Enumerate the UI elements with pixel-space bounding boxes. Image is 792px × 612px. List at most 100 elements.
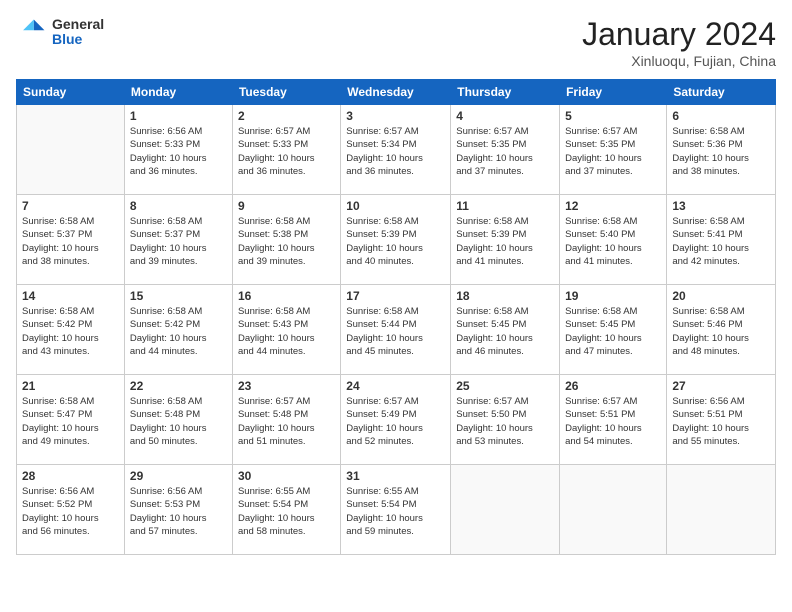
logo-blue: Blue — [52, 32, 104, 47]
logo: General Blue — [16, 16, 104, 48]
logo-text: General Blue — [52, 17, 104, 48]
day-number: 9 — [238, 199, 335, 213]
day-info: Sunrise: 6:57 AM Sunset: 5:50 PM Dayligh… — [456, 395, 554, 448]
week-row-3: 21Sunrise: 6:58 AM Sunset: 5:47 PM Dayli… — [17, 375, 776, 465]
day-info: Sunrise: 6:57 AM Sunset: 5:49 PM Dayligh… — [346, 395, 445, 448]
day-info: Sunrise: 6:58 AM Sunset: 5:39 PM Dayligh… — [456, 215, 554, 268]
day-number: 7 — [22, 199, 119, 213]
day-number: 15 — [130, 289, 227, 303]
day-info: Sunrise: 6:57 AM Sunset: 5:48 PM Dayligh… — [238, 395, 335, 448]
day-info: Sunrise: 6:58 AM Sunset: 5:37 PM Dayligh… — [22, 215, 119, 268]
day-number: 24 — [346, 379, 445, 393]
calendar-cell: 26 Sunrise: 6:57 AM Sunset: 5:51 PM Dayli… — [560, 375, 667, 465]
header-day-monday: Monday — [124, 80, 232, 105]
calendar-cell: 31 Sunrise: 6:55 AM Sunset: 5:54 PM Dayli… — [341, 465, 451, 555]
header: General Blue January 2024 Xinluoqu, Fuji… — [16, 16, 776, 69]
week-row-2: 14Sunrise: 6:58 AM Sunset: 5:42 PM Dayli… — [17, 285, 776, 375]
day-info: Sunrise: 6:55 AM Sunset: 5:54 PM Dayligh… — [238, 485, 335, 538]
day-info: Sunrise: 6:57 AM Sunset: 5:33 PM Dayligh… — [238, 125, 335, 178]
day-number: 16 — [238, 289, 335, 303]
day-info: Sunrise: 6:57 AM Sunset: 5:35 PM Dayligh… — [456, 125, 554, 178]
day-info: Sunrise: 6:56 AM Sunset: 5:33 PM Dayligh… — [130, 125, 227, 178]
day-info: Sunrise: 6:58 AM Sunset: 5:36 PM Dayligh… — [672, 125, 770, 178]
header-day-wednesday: Wednesday — [341, 80, 451, 105]
calendar-cell: 23Sunrise: 6:57 AM Sunset: 5:48 PM Dayli… — [232, 375, 340, 465]
day-number: 20 — [672, 289, 770, 303]
calendar-cell: 24 Sunrise: 6:57 AM Sunset: 5:49 PM Dayli… — [341, 375, 451, 465]
day-number: 11 — [456, 199, 554, 213]
week-row-4: 28 Sunrise: 6:56 AM Sunset: 5:52 PM Dayli… — [17, 465, 776, 555]
header-day-thursday: Thursday — [451, 80, 560, 105]
day-number: 10 — [346, 199, 445, 213]
day-info: Sunrise: 6:58 AM Sunset: 5:43 PM Dayligh… — [238, 305, 335, 358]
day-number: 2 — [238, 109, 335, 123]
calendar-cell — [451, 465, 560, 555]
calendar-cell — [17, 105, 125, 195]
day-info: Sunrise: 6:58 AM Sunset: 5:45 PM Dayligh… — [565, 305, 661, 358]
day-number: 12 — [565, 199, 661, 213]
header-day-tuesday: Tuesday — [232, 80, 340, 105]
day-info: Sunrise: 6:56 AM Sunset: 5:53 PM Dayligh… — [130, 485, 227, 538]
location: Xinluoqu, Fujian, China — [582, 53, 776, 69]
day-info: Sunrise: 6:57 AM Sunset: 5:51 PM Dayligh… — [565, 395, 661, 448]
calendar-cell: 19 Sunrise: 6:58 AM Sunset: 5:45 PM Dayli… — [560, 285, 667, 375]
day-number: 6 — [672, 109, 770, 123]
week-row-0: 1Sunrise: 6:56 AM Sunset: 5:33 PM Daylig… — [17, 105, 776, 195]
calendar-cell: 4 Sunrise: 6:57 AM Sunset: 5:35 PM Daylig… — [451, 105, 560, 195]
day-number: 5 — [565, 109, 661, 123]
day-info: Sunrise: 6:58 AM Sunset: 5:37 PM Dayligh… — [130, 215, 227, 268]
calendar-cell: 5 Sunrise: 6:57 AM Sunset: 5:35 PM Daylig… — [560, 105, 667, 195]
calendar-cell: 16 Sunrise: 6:58 AM Sunset: 5:43 PM Dayli… — [232, 285, 340, 375]
calendar-cell: 13Sunrise: 6:58 AM Sunset: 5:41 PM Dayli… — [667, 195, 776, 285]
day-number: 4 — [456, 109, 554, 123]
calendar-cell: 10Sunrise: 6:58 AM Sunset: 5:39 PM Dayli… — [341, 195, 451, 285]
header-day-friday: Friday — [560, 80, 667, 105]
day-info: Sunrise: 6:56 AM Sunset: 5:52 PM Dayligh… — [22, 485, 119, 538]
calendar-cell: 1Sunrise: 6:56 AM Sunset: 5:33 PM Daylig… — [124, 105, 232, 195]
day-info: Sunrise: 6:57 AM Sunset: 5:35 PM Dayligh… — [565, 125, 661, 178]
calendar-cell: 8Sunrise: 6:58 AM Sunset: 5:37 PM Daylig… — [124, 195, 232, 285]
day-number: 19 — [565, 289, 661, 303]
day-number: 21 — [22, 379, 119, 393]
day-number: 26 — [565, 379, 661, 393]
calendar-cell: 15Sunrise: 6:58 AM Sunset: 5:42 PM Dayli… — [124, 285, 232, 375]
calendar-cell: 27 Sunrise: 6:56 AM Sunset: 5:51 PM Dayli… — [667, 375, 776, 465]
calendar-cell: 25 Sunrise: 6:57 AM Sunset: 5:50 PM Dayli… — [451, 375, 560, 465]
calendar-cell: 9 Sunrise: 6:58 AM Sunset: 5:38 PM Daylig… — [232, 195, 340, 285]
day-info: Sunrise: 6:58 AM Sunset: 5:40 PM Dayligh… — [565, 215, 661, 268]
calendar-cell — [667, 465, 776, 555]
day-number: 31 — [346, 469, 445, 483]
calendar-cell: 21Sunrise: 6:58 AM Sunset: 5:47 PM Dayli… — [17, 375, 125, 465]
calendar-cell: 17Sunrise: 6:58 AM Sunset: 5:44 PM Dayli… — [341, 285, 451, 375]
calendar-cell: 7 Sunrise: 6:58 AM Sunset: 5:37 PM Daylig… — [17, 195, 125, 285]
calendar-cell: 18Sunrise: 6:58 AM Sunset: 5:45 PM Dayli… — [451, 285, 560, 375]
day-number: 28 — [22, 469, 119, 483]
page: General Blue January 2024 Xinluoqu, Fuji… — [0, 0, 792, 612]
title-section: January 2024 Xinluoqu, Fujian, China — [582, 16, 776, 69]
header-row: SundayMondayTuesdayWednesdayThursdayFrid… — [17, 80, 776, 105]
day-number: 30 — [238, 469, 335, 483]
day-info: Sunrise: 6:58 AM Sunset: 5:38 PM Dayligh… — [238, 215, 335, 268]
calendar-cell: 28 Sunrise: 6:56 AM Sunset: 5:52 PM Dayli… — [17, 465, 125, 555]
day-info: Sunrise: 6:55 AM Sunset: 5:54 PM Dayligh… — [346, 485, 445, 538]
day-number: 17 — [346, 289, 445, 303]
day-info: Sunrise: 6:58 AM Sunset: 5:42 PM Dayligh… — [22, 305, 119, 358]
day-number: 3 — [346, 109, 445, 123]
header-day-saturday: Saturday — [667, 80, 776, 105]
logo-icon — [16, 16, 48, 48]
day-number: 25 — [456, 379, 554, 393]
calendar-cell: 30 Sunrise: 6:55 AM Sunset: 5:54 PM Dayli… — [232, 465, 340, 555]
calendar-cell: 3Sunrise: 6:57 AM Sunset: 5:34 PM Daylig… — [341, 105, 451, 195]
day-number: 22 — [130, 379, 227, 393]
calendar-cell: 20Sunrise: 6:58 AM Sunset: 5:46 PM Dayli… — [667, 285, 776, 375]
day-info: Sunrise: 6:56 AM Sunset: 5:51 PM Dayligh… — [672, 395, 770, 448]
day-info: Sunrise: 6:58 AM Sunset: 5:48 PM Dayligh… — [130, 395, 227, 448]
calendar-cell: 29 Sunrise: 6:56 AM Sunset: 5:53 PM Dayli… — [124, 465, 232, 555]
calendar-header: SundayMondayTuesdayWednesdayThursdayFrid… — [17, 80, 776, 105]
day-number: 27 — [672, 379, 770, 393]
calendar-body: 1Sunrise: 6:56 AM Sunset: 5:33 PM Daylig… — [17, 105, 776, 555]
calendar-cell: 11 Sunrise: 6:58 AM Sunset: 5:39 PM Dayli… — [451, 195, 560, 285]
header-day-sunday: Sunday — [17, 80, 125, 105]
day-number: 29 — [130, 469, 227, 483]
calendar: SundayMondayTuesdayWednesdayThursdayFrid… — [16, 79, 776, 555]
